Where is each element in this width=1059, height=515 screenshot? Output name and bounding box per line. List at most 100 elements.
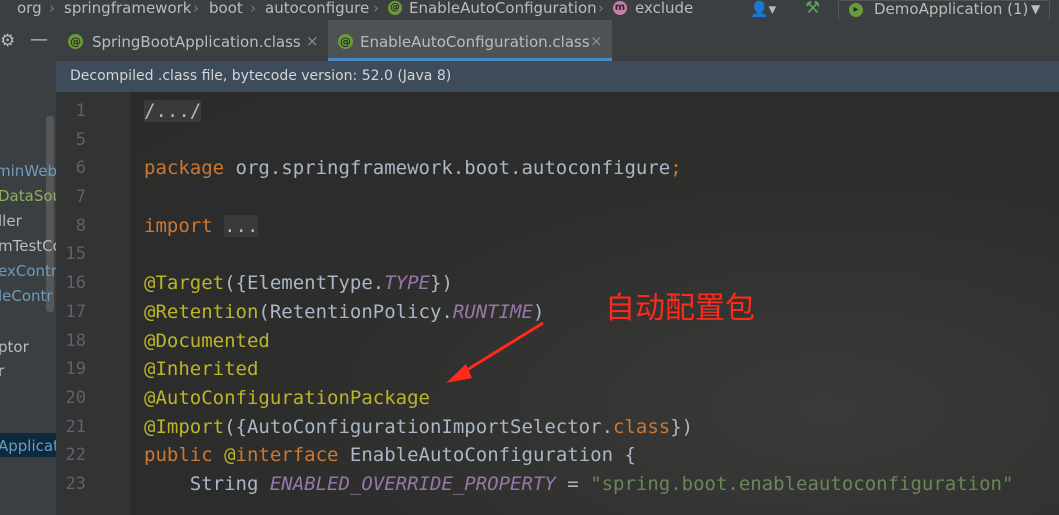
list-item[interactable]: DataSou — [0, 187, 56, 205]
annotation: @Import — [144, 416, 225, 438]
code-line: @Documented — [144, 330, 270, 352]
chevron-right-icon: › — [373, 0, 379, 17]
annotation: @Documented — [144, 330, 270, 352]
banner-text: Decompiled .class file, bytecode version… — [70, 68, 452, 84]
chevron-down-icon: ▼ — [1031, 2, 1041, 16]
breadcrumb-springframework[interactable]: springframework — [64, 0, 191, 20]
annotation-type-icon: @ — [338, 34, 353, 49]
close-icon[interactable]: × — [306, 32, 319, 50]
keyword: interface — [235, 444, 339, 466]
annotation: @Inherited — [144, 358, 259, 380]
list-item[interactable]: r — [0, 362, 4, 380]
gear-icon[interactable]: ⚙ — [0, 31, 15, 51]
code-line: import ... — [144, 215, 259, 237]
code-text: ) — [532, 301, 545, 323]
code-line: @Inherited — [144, 358, 258, 380]
code-text: ({AutoConfigurationImportSelector. — [224, 416, 614, 438]
chevron-right-icon: › — [598, 0, 604, 17]
breadcrumb-autoconfigure[interactable]: autoconfigure — [265, 0, 369, 20]
scrollbar[interactable] — [46, 116, 54, 312]
keyword: import — [144, 215, 213, 237]
string-literal: "spring.boot.enableautoconfiguration" — [590, 473, 1014, 495]
line-number-gutter: 1 5 6 7 8 15 16 17 18 19 20 21 22 23 + +… — [56, 92, 141, 515]
line-number: 21 — [65, 417, 86, 437]
breadcrumb-boot[interactable]: boot — [209, 0, 243, 20]
folded-region[interactable]: /.../ — [144, 100, 202, 122]
code-editor[interactable]: /.../ package org.springframework.boot.a… — [130, 92, 1059, 515]
constant: ENABLED_OVERRIDE_PROPERTY — [269, 473, 556, 495]
run-config-select[interactable]: ▸ DemoApplication (1) ▼ — [838, 0, 1050, 21]
keyword: class — [613, 416, 671, 438]
breadcrumb-enableautoconfiguration[interactable]: EnableAutoConfiguration — [409, 0, 597, 20]
annotation: @Target — [144, 272, 225, 294]
close-icon[interactable]: × — [590, 32, 603, 50]
code-text: ({ElementType. — [224, 272, 385, 294]
list-item[interactable]: Applicat — [0, 437, 56, 455]
list-item[interactable]: ptor — [0, 338, 29, 356]
spring-app-icon: ▸ — [849, 3, 863, 17]
tab-label: EnableAutoConfiguration.class — [360, 33, 590, 51]
code-line: package org.springframework.boot.autocon… — [144, 157, 682, 179]
build-hammer-icon[interactable]: ⚒ — [805, 0, 820, 18]
chevron-right-icon: › — [193, 0, 199, 17]
annotation: @AutoConfigurationPackage — [144, 387, 430, 409]
code-text: }) — [430, 272, 453, 294]
keyword: package — [144, 157, 225, 179]
code-line: String ENABLED_OVERRIDE_PROPERTY = "spri… — [144, 473, 1014, 495]
line-number: 15 — [65, 244, 86, 264]
method-icon: m — [613, 1, 627, 15]
line-number: 17 — [65, 302, 86, 322]
line-number: 23 — [65, 474, 86, 494]
tab-springbootapplication[interactable]: @ SpringBootApplication.class × — [56, 20, 328, 61]
annotation: @ — [212, 444, 236, 466]
collapse-icon[interactable]: — — [30, 29, 48, 50]
list-item[interactable]: mTestCo — [0, 237, 56, 255]
line-number: 7 — [75, 187, 86, 207]
breadcrumb-org[interactable]: org — [17, 0, 42, 20]
line-number: 1 — [75, 101, 86, 121]
list-item[interactable]: minWeb — [0, 162, 56, 180]
line-number: 8 — [75, 216, 86, 236]
type-name: String — [144, 473, 270, 495]
package-name: org.springframework.boot.autoconfigure — [224, 157, 671, 179]
project-tree-panel: minWeb DataSou ller mTestCo exContr leCo… — [0, 61, 56, 515]
code-line: @AutoConfigurationPackage — [144, 387, 430, 409]
code-line: @Import({AutoConfigurationImportSelector… — [144, 416, 693, 438]
constant: TYPE — [384, 272, 430, 294]
operator: = — [555, 473, 591, 495]
keyword: public — [144, 444, 213, 466]
line-number: 20 — [65, 388, 86, 408]
tab-label: SpringBootApplication.class — [92, 33, 301, 51]
code-line: /.../ — [144, 100, 202, 122]
line-number: 22 — [65, 445, 86, 465]
line-number: 18 — [65, 331, 86, 351]
code-line: public @interface EnableAutoConfiguratio… — [144, 444, 636, 466]
code-text: (RetentionPolicy. — [258, 301, 453, 323]
line-number: 19 — [65, 359, 86, 379]
run-config-label: DemoApplication (1) — [874, 0, 1029, 18]
list-item[interactable]: ller — [0, 212, 22, 230]
user-icon[interactable]: 👤▾ — [750, 0, 776, 18]
editor-tab-bar: ⚙ — @ SpringBootApplication.class × @ En… — [0, 20, 1059, 62]
list-item[interactable]: exContr — [0, 262, 56, 280]
annotation: @Retention — [144, 301, 259, 323]
folded-imports[interactable]: ... — [224, 215, 259, 237]
class-name: EnableAutoConfiguration { — [338, 444, 636, 466]
annotation-label: 自动配置包 — [605, 291, 755, 326]
annotation-type-icon: @ — [388, 1, 402, 15]
breadcrumb: org › springframework › boot › autoconfi… — [0, 0, 1059, 21]
constant: RUNTIME — [452, 301, 533, 323]
tab-enableautoconfiguration[interactable]: @ EnableAutoConfiguration.class × — [328, 20, 612, 61]
line-number: 5 — [75, 130, 86, 150]
line-number: 16 — [65, 273, 86, 293]
semicolon: ; — [670, 157, 682, 179]
list-item[interactable]: leContr — [0, 287, 53, 305]
code-line: @Retention(RetentionPolicy.RUNTIME) — [144, 301, 544, 323]
line-number: 6 — [75, 158, 86, 178]
chevron-right-icon: › — [49, 0, 55, 17]
code-line: @Target({ElementType.TYPE}) — [144, 272, 453, 294]
code-text: }) — [670, 416, 694, 438]
decompiled-notice-banner: Decompiled .class file, bytecode version… — [56, 61, 1059, 92]
annotation-type-icon: @ — [68, 34, 83, 49]
breadcrumb-exclude[interactable]: exclude — [635, 0, 693, 20]
